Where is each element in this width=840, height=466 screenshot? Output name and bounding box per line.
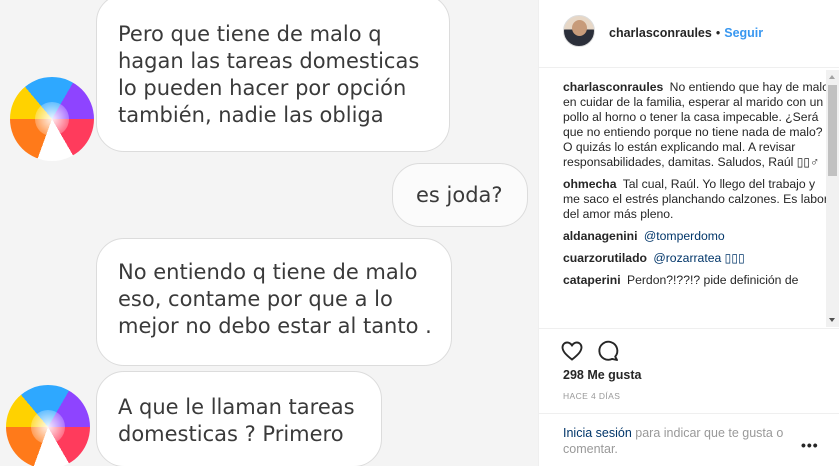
comment-username[interactable]: cataperini <box>563 273 621 287</box>
comment-item: cuarzorutilado @rozarratea ▯▯▯ <box>563 251 829 266</box>
chat-bubble-left: A que le llaman tareas domesticas ? Prim… <box>96 371 382 466</box>
login-link[interactable]: Inicia sesión <box>563 426 632 440</box>
separator-dot: • <box>715 26 721 40</box>
login-prompt-text: Inicia sesión para indicar que te gusta … <box>563 425 799 457</box>
comments-list[interactable]: charlasconraules No entiendo que hay de … <box>563 80 829 328</box>
chat-message-text: A que le llaman tareas domesticas ? Prim… <box>118 395 355 446</box>
comment-username[interactable]: charlasconraules <box>563 80 663 94</box>
more-options-icon[interactable]: ••• <box>801 437 819 453</box>
comment-item: ohmecha Tal cual, Raúl. Yo llego del tra… <box>563 177 829 222</box>
scrollbar-thumb[interactable] <box>828 85 837 176</box>
comment-mention[interactable]: @tomperdomo <box>644 229 725 243</box>
comment-item: cataperini Perdon?!??!? pide definición … <box>563 273 829 288</box>
comment-mention[interactable]: @rozarratea ▯▯▯ <box>653 251 744 265</box>
header-line: charlasconraules • Seguir <box>609 26 763 40</box>
post-timestamp: HACE 4 DÍAS <box>563 391 621 401</box>
chat-bubble-right: es joda? <box>392 163 528 227</box>
beach-ball-avatar <box>6 385 90 466</box>
comment-username[interactable]: cuarzorutilado <box>563 251 647 265</box>
follow-button[interactable]: Seguir <box>724 26 763 40</box>
comment-item: aldanagenini @tomperdomo <box>563 229 829 244</box>
heart-icon[interactable] <box>560 339 584 363</box>
profile-avatar[interactable] <box>563 15 595 47</box>
scroll-down-arrow-icon[interactable] <box>829 318 835 322</box>
post-panel: charlasconraules • Seguir charlasconraules… <box>538 0 840 466</box>
chat-message-text: es joda? <box>416 183 503 207</box>
post-header: charlasconraules • Seguir <box>539 0 839 68</box>
comments-scrollbar[interactable] <box>826 70 839 327</box>
post-actions: 298 Me gusta HACE 4 DÍAS Inicia sesión p… <box>539 328 839 466</box>
comment-username[interactable]: ohmecha <box>563 177 617 191</box>
chat-message-text: Pero que tiene de malo q hagan las tarea… <box>118 22 420 127</box>
comment-username[interactable]: aldanagenini <box>563 229 638 243</box>
chat-bubble-left: Pero que tiene de malo q hagan las tarea… <box>96 0 450 152</box>
comment-text: Perdon?!??!? pide definición de <box>626 273 799 287</box>
post-image: Pero que tiene de malo q hagan las tarea… <box>0 0 538 466</box>
header-username[interactable]: charlasconraules <box>609 26 712 40</box>
beach-ball-avatar <box>10 77 94 161</box>
comment-item: charlasconraules No entiendo que hay de … <box>563 80 829 170</box>
comment-bubble-icon[interactable] <box>596 339 620 363</box>
login-prompt: Inicia sesión para indicar que te gusta … <box>539 413 839 466</box>
chat-bubble-left: No entiendo q tiene de malo eso, contame… <box>96 238 452 366</box>
likes-count[interactable]: 298 Me gusta <box>563 368 642 382</box>
chat-message-text: No entiendo q tiene de malo eso, contame… <box>118 260 432 338</box>
scroll-up-arrow-icon[interactable] <box>829 75 835 79</box>
